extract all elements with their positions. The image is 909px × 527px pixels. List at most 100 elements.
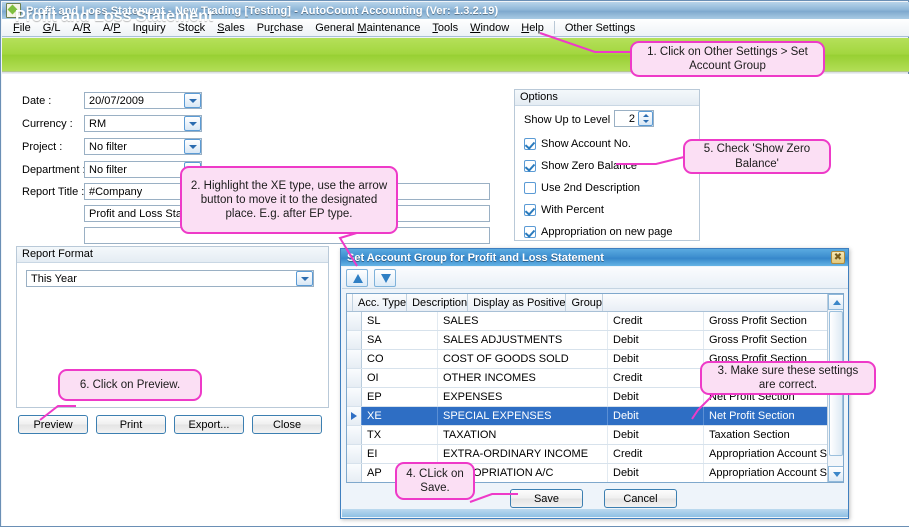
report-title-value-1: #Company (85, 186, 142, 198)
label-department: Department : (22, 164, 86, 176)
cell-display: Credit (608, 445, 704, 463)
cell-display: Debit (608, 464, 704, 482)
report-format-value: This Year (27, 273, 77, 285)
cell-description: SALES ADJUSTMENTS (438, 331, 608, 349)
chevron-down-icon[interactable] (184, 93, 201, 108)
show-up-to-level-stepper[interactable]: 2 (614, 110, 654, 127)
checkbox-icon[interactable] (524, 138, 536, 150)
date-combobox[interactable]: 20/07/2009 (84, 92, 202, 109)
scroll-up-icon[interactable] (828, 294, 844, 310)
grid-header-group[interactable]: Group (566, 294, 603, 311)
export-button[interactable]: Export... (174, 415, 244, 434)
options-group-label: Options (515, 90, 699, 106)
row-indicator (347, 350, 362, 368)
row-indicator (347, 331, 362, 349)
checkbox-with-percent[interactable]: With Percent (524, 204, 604, 216)
chevron-down-icon[interactable] (296, 271, 313, 286)
cell-display: Credit (608, 369, 704, 387)
row-indicator (347, 388, 362, 406)
cell-display: Debit (608, 350, 704, 368)
caret-down-icon (833, 472, 841, 477)
cell-description: SPECIAL EXPENSES (438, 407, 608, 425)
menu-item-general-maintenance[interactable]: General Maintenance (309, 21, 426, 35)
print-button[interactable]: Print (96, 415, 166, 434)
page-title: Profit and Loss Statement (15, 8, 213, 26)
caret-up-icon (833, 300, 841, 305)
cell-description: COST OF GOODS SOLD (438, 350, 608, 368)
cell-description: EXPENSES (438, 388, 608, 406)
chevron-down-icon[interactable] (184, 139, 201, 154)
callout-5: 5. Check 'Show Zero Balance' (683, 139, 831, 174)
callout-4: 4. CLick on Save. (395, 462, 475, 500)
dialog-cancel-button[interactable]: Cancel (604, 489, 677, 508)
table-row-selected[interactable]: XE SPECIAL EXPENSES Debit Net Profit Sec… (347, 407, 843, 426)
menu-item-purchase[interactable]: Purchase (251, 21, 310, 35)
row-indicator (347, 445, 362, 463)
current-row-arrow-icon (351, 412, 357, 420)
dialog-toolbar (342, 267, 848, 289)
currency-combobox[interactable]: RM (84, 115, 202, 132)
checkbox-appropriation-on-new-page[interactable]: Appropriation on new page (524, 226, 672, 238)
cell-display: Debit (608, 426, 704, 444)
grid-header-display-as-positive[interactable]: Display as Positive (468, 294, 566, 311)
cell-display: Debit (608, 331, 704, 349)
scroll-down-icon[interactable] (828, 466, 844, 482)
label-date: Date : (22, 95, 51, 107)
cell-acc-type: CO (362, 350, 438, 368)
move-down-button[interactable] (374, 269, 396, 287)
table-row[interactable]: TX TAXATION Debit Taxation Section (347, 426, 843, 445)
grid-header-description[interactable]: Description (407, 294, 468, 311)
label-show-up-to-level: Show Up to Level : (524, 114, 616, 126)
cell-group: Gross Profit Section (704, 312, 829, 330)
checkbox-icon[interactable] (524, 160, 536, 172)
checkbox-label: Appropriation on new page (541, 226, 672, 238)
cell-acc-type: XE (362, 407, 438, 425)
cell-acc-type: EI (362, 445, 438, 463)
callout-6-leader (40, 400, 78, 422)
close-icon[interactable]: ✖ (831, 251, 845, 264)
checkbox-use-2nd-description[interactable]: Use 2nd Description (524, 182, 640, 194)
cell-description: SALES (438, 312, 608, 330)
callout-2-leader (335, 232, 375, 272)
project-value: No filter (85, 141, 127, 153)
spinner-arrows-icon[interactable] (638, 111, 653, 126)
report-format-group-label: Report Format (17, 247, 328, 263)
project-combobox[interactable]: No filter (84, 138, 202, 155)
row-indicator (347, 369, 362, 387)
close-button[interactable]: Close (252, 415, 322, 434)
row-indicator (347, 312, 362, 330)
checkbox-show-account-no[interactable]: Show Account No. (524, 138, 631, 150)
callout-6: 6. Click on Preview. (58, 369, 202, 401)
cell-group: Appropriation Account Se... (704, 445, 829, 463)
menu-item-sales[interactable]: Sales (211, 21, 251, 35)
checkbox-icon[interactable] (524, 182, 536, 194)
dialog-title: Set Account Group for Profit and Loss St… (347, 252, 604, 264)
report-format-combobox[interactable]: This Year (26, 270, 314, 287)
row-indicator (347, 407, 362, 425)
grid-header-acc-type[interactable]: Acc. Type (353, 294, 407, 311)
checkbox-label: Use 2nd Description (541, 182, 640, 194)
chevron-down-icon[interactable] (184, 116, 201, 131)
menu-item-window[interactable]: Window (464, 21, 515, 35)
department-value: No filter (85, 164, 127, 176)
arrow-up-icon (353, 274, 363, 283)
table-row[interactable]: SL SALES Credit Gross Profit Section (347, 312, 843, 331)
callout-3: 3. Make sure these settings are correct. (700, 361, 876, 395)
menu-item-tools[interactable]: Tools (426, 21, 464, 35)
arrow-down-icon (381, 274, 391, 283)
cell-group: Appropriation Account Se... (704, 464, 829, 482)
cell-description: TAXATION (438, 426, 608, 444)
checkbox-label: With Percent (541, 204, 604, 216)
checkbox-icon[interactable] (524, 226, 536, 238)
table-row[interactable]: SA SALES ADJUSTMENTS Debit Gross Profit … (347, 331, 843, 350)
dialog-save-button[interactable]: Save (510, 489, 583, 508)
cell-display: Credit (608, 312, 704, 330)
label-currency: Currency : (22, 118, 73, 130)
grid-header-row: Acc. Type Description Display as Positiv… (347, 294, 843, 312)
cell-acc-type: SL (362, 312, 438, 330)
date-value: 20/07/2009 (85, 95, 144, 107)
checkbox-label: Show Account No. (541, 138, 631, 150)
row-indicator (347, 426, 362, 444)
show-up-to-level-value: 2 (615, 113, 638, 125)
checkbox-icon[interactable] (524, 204, 536, 216)
